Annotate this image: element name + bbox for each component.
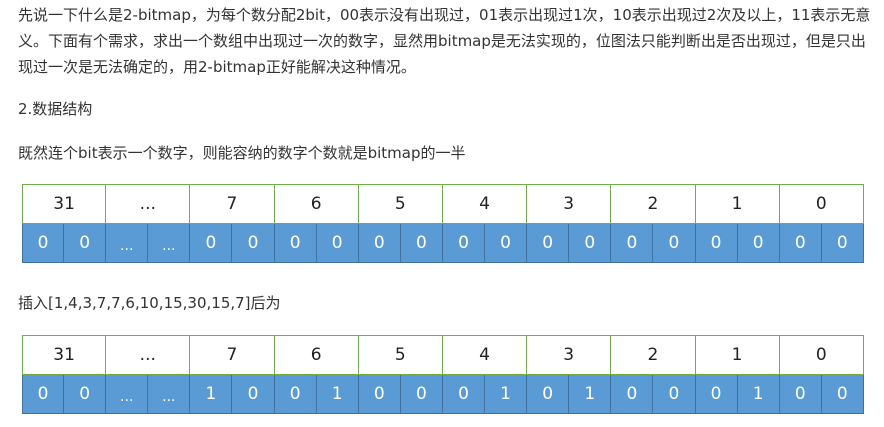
insert-caption: 插入[1,4,3,7,7,6,10,15,30,15,7]后为 <box>18 294 281 312</box>
index-cell: 7 <box>190 184 275 224</box>
section-heading: 2.数据结构 <box>18 100 93 118</box>
bit-cell: 0 <box>400 375 443 414</box>
bit-cell: 0 <box>400 224 443 263</box>
bit-cell: 0 <box>695 224 738 263</box>
bit-cell: 0 <box>821 224 864 263</box>
bit-cell: ... <box>106 224 149 263</box>
index-cell: 4 <box>442 335 528 375</box>
index-cell: 31 <box>22 184 107 224</box>
bit-cell: 1 <box>190 375 233 414</box>
description-paragraph: 既然连个bit表示一个数字，则能容纳的数字个数就是bitmap的一半 <box>18 144 466 162</box>
bit-cell: 1 <box>569 375 612 414</box>
bit-cell: 0 <box>442 224 486 263</box>
bit-cell: 0 <box>22 224 65 263</box>
bit-cell: 0 <box>527 224 570 263</box>
bit-cell: 0 <box>779 224 822 263</box>
index-cell: 6 <box>274 184 359 224</box>
bit-cell: 0 <box>190 224 233 263</box>
index-cell: 4 <box>442 184 528 224</box>
index-cell: 3 <box>527 335 612 375</box>
bit-cell: 0 <box>358 224 401 263</box>
bit-cell: 0 <box>611 375 654 414</box>
bit-cell: 0 <box>737 224 780 263</box>
index-cell: 1 <box>695 184 780 224</box>
intro-paragraph: 先说一下什么是2-bitmap，为每个数分配2bit，00表示没有出现过，01表… <box>18 6 871 76</box>
bit-cell: ... <box>106 375 149 414</box>
index-row: 31 ... 7 6 5 4 3 2 1 0 <box>22 184 864 224</box>
index-cell: 1 <box>695 335 780 375</box>
bit-cell: 0 <box>232 375 275 414</box>
bitmap-table-initial: 31 ... 7 6 5 4 3 2 1 0 0 0 ... ... 0 0 0… <box>22 184 864 263</box>
bit-cell: 0 <box>569 224 612 263</box>
index-cell: 2 <box>611 184 696 224</box>
bit-cell: 0 <box>274 224 317 263</box>
bit-cell: 0 <box>64 375 107 414</box>
bit-cell: 0 <box>442 375 486 414</box>
bit-cell: 0 <box>653 224 696 263</box>
bit-cell: 1 <box>485 375 528 414</box>
index-cell: 5 <box>358 335 443 375</box>
bit-cell: 0 <box>64 224 107 263</box>
bit-cell: 0 <box>232 224 275 263</box>
bit-row: 0 0 ... ... 0 0 0 0 0 0 0 0 0 0 0 0 0 0 … <box>22 224 864 263</box>
bit-cell: 0 <box>527 375 570 414</box>
index-cell: ... <box>106 335 191 375</box>
index-cell: 31 <box>22 335 107 375</box>
bit-cell: 0 <box>653 375 696 414</box>
index-cell: 6 <box>274 335 359 375</box>
bit-cell: 0 <box>485 224 528 263</box>
bit-cell: 0 <box>611 224 654 263</box>
bit-cell: ... <box>148 224 191 263</box>
bit-cell: 0 <box>779 375 822 414</box>
index-cell: ... <box>106 184 191 224</box>
bit-cell: ... <box>148 375 191 414</box>
index-cell: 7 <box>190 335 275 375</box>
index-cell: 2 <box>611 335 696 375</box>
bit-cell: 0 <box>316 224 359 263</box>
bit-cell: 0 <box>274 375 317 414</box>
bit-cell: 1 <box>737 375 780 414</box>
index-cell: 0 <box>779 184 864 224</box>
index-cell: 0 <box>779 335 864 375</box>
index-cell: 3 <box>527 184 612 224</box>
bit-cell: 0 <box>22 375 65 414</box>
bit-cell: 0 <box>695 375 738 414</box>
bit-cell: 0 <box>358 375 401 414</box>
bit-row: 0 0 ... ... 1 0 0 1 0 0 0 1 0 1 0 0 0 1 … <box>22 375 864 414</box>
index-row: 31 ... 7 6 5 4 3 2 1 0 <box>22 335 864 375</box>
bit-cell: 1 <box>316 375 359 414</box>
bitmap-table-after-insert: 31 ... 7 6 5 4 3 2 1 0 0 0 ... ... 1 0 0… <box>22 335 864 414</box>
bit-cell: 0 <box>821 375 864 414</box>
index-cell: 5 <box>358 184 443 224</box>
